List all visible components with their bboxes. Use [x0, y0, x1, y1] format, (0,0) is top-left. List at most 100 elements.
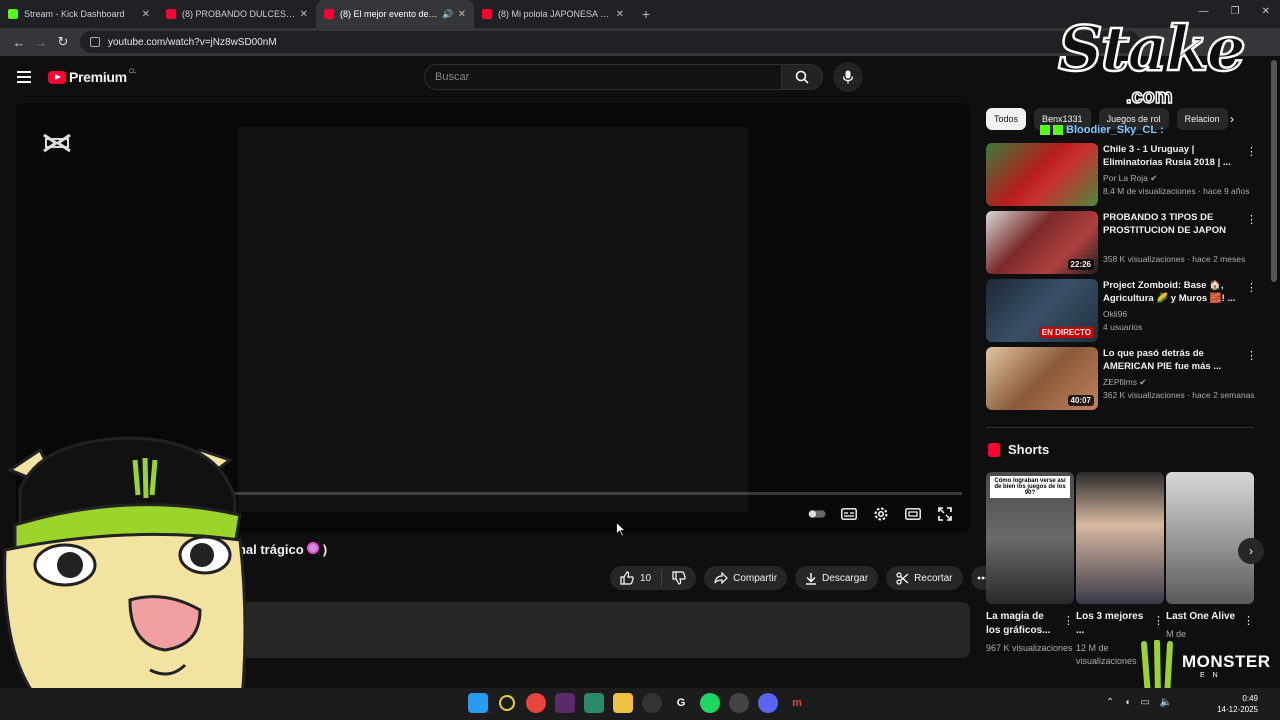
short-title: Los 3 mejores ...: [1076, 611, 1144, 636]
player-controls: [808, 505, 954, 523]
close-icon[interactable]: ✕: [458, 9, 466, 20]
speaker-icon[interactable]: 🔊: [442, 9, 453, 20]
mouse-cursor-icon: [616, 522, 626, 537]
new-tab-icon[interactable]: +: [642, 6, 650, 22]
voice-search-button[interactable]: [833, 62, 863, 92]
recommendation-item[interactable]: EN DIRECTO Project Zomboid: Base 🏠, Agri…: [986, 279, 1257, 343]
tab-youtube-evento[interactable]: (8) El mejor evento de roba 🔊 ✕: [316, 0, 474, 28]
video-frame: [238, 127, 748, 512]
youtube-logo[interactable]: Premium CL: [48, 69, 136, 85]
more-vertical-icon[interactable]: ⋮: [1246, 145, 1257, 158]
monster-text: MONSTER: [1182, 652, 1271, 671]
g-hub-icon[interactable]: G: [671, 693, 691, 713]
more-vertical-icon[interactable]: ⋮: [1246, 213, 1257, 226]
windows-taskbar: G m ⌃ ◖ ▭ 🔈 0:49 14-12-2025: [0, 688, 1280, 720]
close-icon[interactable]: ✕: [300, 9, 308, 20]
spotify-icon[interactable]: [700, 693, 720, 713]
cat-mascot-overlay: [3, 436, 247, 720]
description-box[interactable]: [236, 602, 970, 658]
page-scrollbar[interactable]: [1271, 60, 1277, 282]
share-icon: [714, 572, 728, 584]
theater-mode-icon[interactable]: [904, 505, 922, 523]
app-red-icon[interactable]: m: [787, 693, 807, 713]
share-label: Compartir: [733, 572, 778, 584]
url-input[interactable]: youtube.com/watch?v=jNz8wSD00nM: [80, 31, 1140, 53]
audio-device-icon[interactable]: ◖: [1124, 697, 1130, 708]
download-button[interactable]: Descargar: [795, 566, 879, 590]
obs-icon[interactable]: [642, 693, 662, 713]
search-button[interactable]: [781, 64, 823, 90]
network-icon[interactable]: ▭: [1140, 697, 1149, 708]
clip-button[interactable]: Recortar: [886, 566, 963, 590]
tab-title: (8) El mejor evento de roba: [340, 9, 439, 19]
taskbar-clock[interactable]: 0:49 14-12-2025: [1208, 693, 1258, 715]
pycharm-icon[interactable]: [584, 693, 604, 713]
rec-channel: Okli96: [1103, 309, 1128, 319]
volume-icon[interactable]: 🔈: [1160, 697, 1172, 708]
kick-username: Bloodier_Sky_CL :: [1066, 124, 1164, 136]
microphone-icon: [842, 70, 854, 84]
taskbar-apps: G m: [468, 693, 807, 713]
short-title: La magia de los gráficos...: [986, 611, 1051, 636]
rec-meta: 362 K visualizaciones · hace 2 semanas: [1103, 390, 1255, 400]
fullscreen-icon[interactable]: [936, 505, 954, 523]
search-input[interactable]: Buscar: [424, 64, 782, 90]
more-vertical-icon[interactable]: ⋮: [1243, 614, 1254, 627]
close-icon[interactable]: ✕: [616, 9, 624, 20]
app-icon[interactable]: [499, 695, 515, 711]
rec-meta: 4 usuarios: [1103, 322, 1143, 332]
settings-gear-icon[interactable]: [872, 505, 890, 523]
chevron-right-icon[interactable]: ›: [1230, 112, 1234, 126]
recommendation-item[interactable]: 22:26 PROBANDO 3 TIPOS DE PROSTITUCION D…: [986, 211, 1257, 275]
system-tray: ⌃ ◖ ▭ 🔈: [1106, 697, 1172, 708]
chevron-right-icon: ›: [1249, 544, 1253, 558]
more-vertical-icon[interactable]: ⋮: [1246, 281, 1257, 294]
dislike-button[interactable]: [662, 571, 696, 585]
menu-icon[interactable]: [17, 71, 31, 83]
chevron-up-icon[interactable]: ⌃: [1106, 697, 1114, 708]
logo-text: Premium: [69, 69, 127, 85]
site-info-icon[interactable]: [90, 37, 100, 47]
forward-icon[interactable]: →: [30, 35, 52, 50]
autoplay-toggle[interactable]: [808, 505, 826, 523]
live-badge: EN DIRECTO: [1038, 327, 1094, 338]
more-vertical-icon[interactable]: ⋮: [1063, 614, 1074, 627]
tab-youtube-dulces[interactable]: (8) PROBANDO DULCES DE MA ✕: [158, 0, 316, 28]
more-vertical-icon[interactable]: ⋮: [1153, 614, 1164, 627]
url-text: youtube.com/watch?v=jNz8wSD00nM: [108, 36, 277, 48]
short-thumbnail: [1076, 472, 1164, 604]
windows-start-icon[interactable]: [468, 693, 488, 713]
like-dislike-group: 10: [610, 566, 697, 590]
folder-icon[interactable]: [613, 693, 633, 713]
game-icon[interactable]: [729, 693, 749, 713]
short-item[interactable]: Los 3 mejores ... 12 M de visualizacione…: [1076, 472, 1164, 668]
more-vertical-icon[interactable]: ⋮: [1246, 349, 1257, 362]
shorts-icon: [988, 442, 1000, 457]
short-views: 967 K visualizaciones: [986, 643, 1073, 653]
tab-kick-dashboard[interactable]: Stream - Kick Dashboard ✕: [0, 0, 158, 28]
chrome-icon[interactable]: [526, 693, 546, 713]
shorts-next-button[interactable]: ›: [1238, 538, 1264, 564]
progress-bar[interactable]: [224, 492, 962, 495]
vscode-icon[interactable]: [555, 693, 575, 713]
like-button[interactable]: 10: [610, 570, 663, 586]
short-item[interactable]: Cómo lograban verse así de bien los jueg…: [986, 472, 1074, 655]
recommendation-item[interactable]: 40:07 Lo que pasó detrás de AMERICAN PIE…: [986, 347, 1257, 411]
share-button[interactable]: Compartir: [704, 566, 788, 590]
tab-youtube-polola[interactable]: (8) Mi polola JAPONESA CORE ✕: [474, 0, 632, 28]
close-icon[interactable]: ✕: [142, 9, 150, 20]
kick-icon: [8, 9, 18, 19]
shorts-heading-text: Shorts: [1008, 442, 1050, 457]
monster-sub-text: EN: [1200, 672, 1226, 679]
video-thumbnail: 22:26: [986, 211, 1098, 274]
recommendation-item[interactable]: Chile 3 - 1 Uruguay | Eliminatorias Rusi…: [986, 143, 1257, 207]
chip-todos[interactable]: Todos: [986, 108, 1027, 130]
discord-icon[interactable]: [758, 693, 778, 713]
duration-badge: 22:26: [1067, 259, 1094, 270]
subtitles-icon[interactable]: [840, 505, 858, 523]
youtube-play-icon: [48, 70, 66, 84]
reload-icon[interactable]: ↻: [52, 34, 74, 50]
close-window-icon[interactable]: ✕: [1262, 6, 1270, 17]
back-icon[interactable]: ←: [8, 35, 30, 50]
download-icon: [806, 572, 817, 585]
